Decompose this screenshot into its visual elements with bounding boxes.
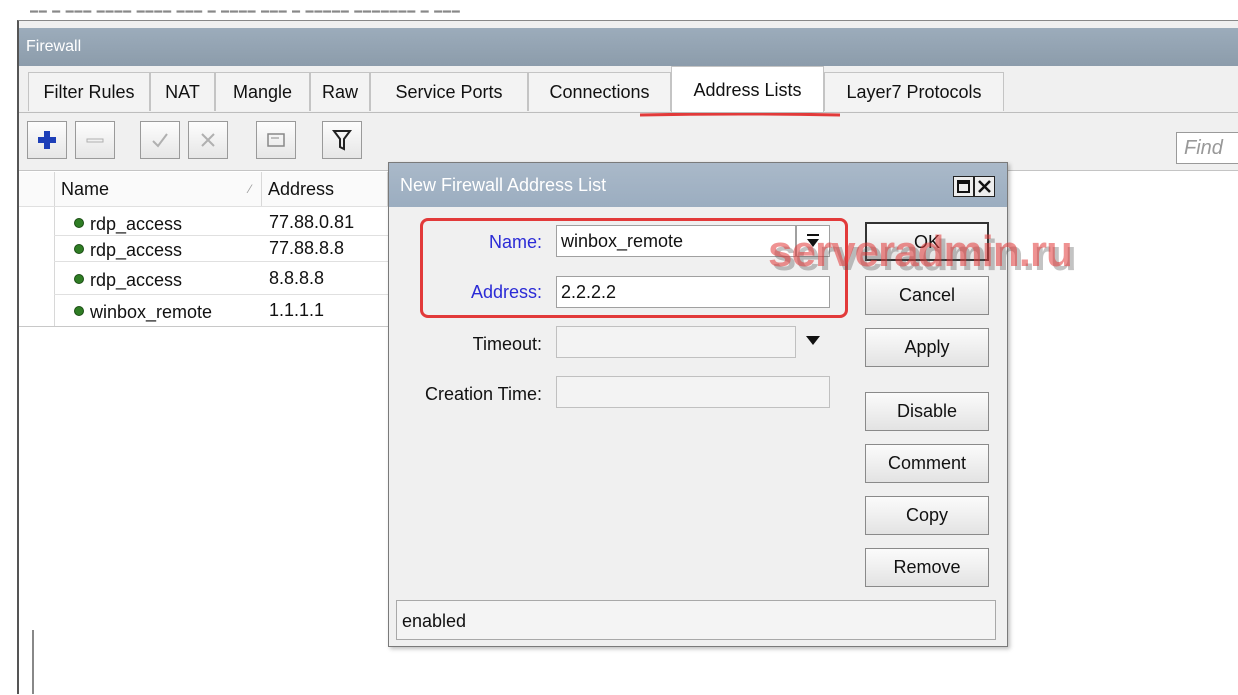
row-name: rdp_access (90, 214, 183, 234)
timeout-dropdown-icon[interactable] (805, 334, 821, 346)
window-edge (32, 630, 34, 694)
enable-button[interactable] (140, 121, 180, 159)
creation-time-field (556, 376, 830, 408)
row-name: winbox_remote (90, 302, 213, 322)
grid-line (54, 294, 388, 295)
maximize-icon (957, 180, 970, 193)
cross-icon (201, 133, 215, 147)
table-row[interactable]: rdp_access (74, 268, 182, 292)
timeout-field[interactable] (556, 326, 796, 358)
table-row[interactable]: rdp_access (74, 238, 182, 262)
tab-nat[interactable]: NAT (150, 72, 215, 111)
disable-entry-button[interactable]: Disable (865, 392, 989, 431)
enabled-dot-icon (74, 244, 84, 255)
apply-button[interactable]: Apply (865, 328, 989, 367)
creation-time-label: Creation Time: (424, 384, 542, 404)
disable-button[interactable] (188, 121, 228, 159)
enabled-dot-icon (74, 306, 84, 317)
filter-icon (332, 130, 352, 151)
grid-line (54, 261, 388, 262)
grid-line (19, 206, 388, 207)
row-address: 77.88.8.8 (269, 238, 345, 258)
comment-icon (267, 133, 285, 147)
grid-line (19, 326, 388, 327)
row-name: rdp_access (90, 240, 183, 260)
row-address: 8.8.8.8 (269, 268, 325, 288)
add-button[interactable] (27, 121, 67, 159)
minus-icon (86, 138, 104, 143)
enabled-dot-icon (74, 218, 84, 229)
red-underline-annotation (640, 113, 840, 117)
tab-raw[interactable]: Raw (310, 72, 370, 111)
tab-address-lists[interactable]: Address Lists (671, 66, 824, 112)
comment-entry-button[interactable]: Comment (865, 444, 989, 483)
tab-service-ports[interactable]: Service Ports (370, 72, 528, 111)
copy-button[interactable]: Copy (865, 496, 989, 535)
tab-filter-rules[interactable]: Filter Rules (28, 72, 150, 111)
window-title: Firewall (26, 38, 82, 55)
close-icon (978, 180, 991, 193)
dialog-status-bar: enabled (396, 600, 996, 640)
tab-connections[interactable]: Connections (528, 72, 671, 111)
dialog-titlebar[interactable]: New Firewall Address List (389, 163, 1007, 207)
cut-off-title-text: ━━ ━ ━━━ ━━━━ ━━━━ ━━━ ━ ━━━━ ━━━ ━ ━━━━… (30, 4, 461, 14)
row-name: rdp_access (90, 270, 183, 290)
timeout-label: Timeout: (472, 334, 542, 354)
row-marker-column (19, 206, 55, 326)
comment-button[interactable] (256, 121, 296, 159)
sort-icon: ⁄ (248, 182, 251, 196)
row-address: 77.88.0.81 (269, 212, 355, 232)
column-header-address[interactable]: Address (262, 172, 388, 206)
remove-entry-button[interactable]: Remove (865, 548, 989, 587)
remove-button[interactable] (75, 121, 115, 159)
maximize-button[interactable] (953, 176, 974, 197)
table-row[interactable]: winbox_remote (74, 300, 212, 324)
enabled-dot-icon (74, 274, 84, 285)
row-address: 1.1.1.1 (269, 300, 325, 320)
find-input[interactable]: Find (1176, 132, 1238, 164)
column-header-name[interactable]: Name ⁄ (55, 172, 262, 206)
check-icon (152, 133, 168, 148)
watermark-text: serveradmin.ru (768, 228, 1072, 276)
dialog-title: New Firewall Address List (400, 175, 607, 195)
row-marker-header (19, 172, 55, 206)
tab-layer7-protocols[interactable]: Layer7 Protocols (824, 72, 1004, 111)
tab-mangle[interactable]: Mangle (215, 72, 310, 111)
column-header-name-label: Name (61, 179, 110, 199)
plus-icon (38, 131, 56, 149)
filter-button[interactable] (322, 121, 362, 159)
watermark-logo: serveradmin.ru serveradmin.ru (768, 228, 1077, 280)
close-button[interactable] (974, 176, 995, 197)
table-row[interactable]: rdp_access (74, 212, 182, 236)
window-titlebar: Firewall (19, 28, 1238, 66)
